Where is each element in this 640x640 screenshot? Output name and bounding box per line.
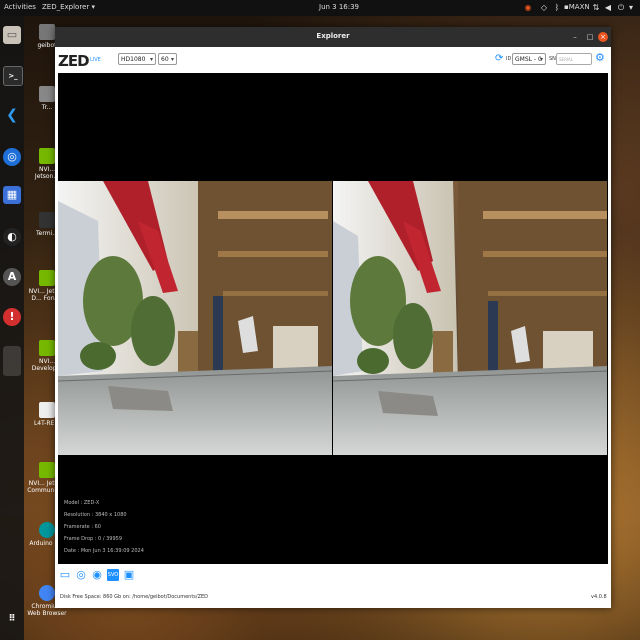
arduino-icon xyxy=(39,522,55,538)
obs-icon[interactable]: ◐ xyxy=(3,228,21,246)
right-camera-scene xyxy=(333,181,607,455)
record-icon[interactable]: ◉ xyxy=(91,569,103,581)
folder-icon[interactable]: ▭ xyxy=(59,569,71,581)
dock: ▭ >_ ❮ ◎ ▦ ◐ A ! ⠿ xyxy=(0,16,24,640)
info-framerate: Framerate : 60 xyxy=(64,524,101,530)
chromium-icon xyxy=(39,585,55,601)
network-icon[interactable]: ⇅ xyxy=(592,3,600,12)
info-frame-drop: Frame Drop : 0 / 39959 xyxy=(64,536,123,542)
explorer-window: Explorer – □ × ZED LIVE HD1080 ▾ 60 ▾ ⟳ ID… xyxy=(55,27,611,608)
info-date: Date : Mon Jun 3 16:39:09 2024 xyxy=(64,548,144,554)
clock[interactable]: Jun 3 16:39 xyxy=(319,3,359,11)
terminal-icon xyxy=(39,212,55,228)
nvidia-icon xyxy=(39,148,55,164)
camera-info-panel: Model : ZED-X Resolution : 3840 x 1080 F… xyxy=(64,497,144,557)
chevron-down-icon[interactable]: ▾ xyxy=(627,3,635,12)
maximize-button[interactable]: □ xyxy=(585,32,595,42)
files-icon[interactable]: ▭ xyxy=(3,26,21,44)
settings-icon[interactable]: ⚙ xyxy=(595,52,605,64)
stream-icon[interactable]: ◎ xyxy=(75,569,87,581)
wifi-icon[interactable]: ◇ xyxy=(540,3,548,12)
vscode-icon[interactable]: ❮ xyxy=(3,106,21,124)
nvidia-icon xyxy=(39,270,55,286)
running-app-indicator[interactable] xyxy=(3,346,21,376)
terminal-icon[interactable]: >_ xyxy=(3,66,23,86)
version-label: v4.0.8 xyxy=(591,594,607,600)
app-menu[interactable]: ZED_Explorer ▾ xyxy=(42,3,95,11)
window-titlebar[interactable]: Explorer – □ × xyxy=(55,27,611,47)
zed-toolbar: ZED LIVE HD1080 ▾ 60 ▾ ⟳ ID GMSL - 0 ▾ SN S… xyxy=(55,47,611,73)
bluetooth-icon[interactable]: ᛒ xyxy=(553,3,561,12)
apps-grid-icon[interactable]: ⠿ xyxy=(3,610,21,628)
volume-icon[interactable]: ◀ xyxy=(604,3,612,12)
chevron-down-icon: ▾ xyxy=(149,56,153,63)
window-title: Explorer xyxy=(316,32,350,40)
zed-logo: ZED xyxy=(58,52,90,70)
info-model: Model : ZED-X xyxy=(64,500,100,506)
serial-field[interactable]: SERIAL xyxy=(556,53,592,65)
home-folder-icon xyxy=(39,24,55,40)
activities-button[interactable]: Activities xyxy=(4,3,36,11)
left-camera-image xyxy=(58,181,332,455)
fps-select[interactable]: 60 ▾ xyxy=(158,53,177,65)
screenshot-icon[interactable]: ▦ xyxy=(3,186,21,204)
close-button[interactable]: × xyxy=(598,32,608,42)
resolution-select[interactable]: HD1080 ▾ xyxy=(118,53,156,65)
id-label: ID xyxy=(506,56,512,62)
info-resolution: Resolution : 3840 x 1080 xyxy=(64,512,127,518)
right-camera-image xyxy=(333,181,607,455)
camera-viewer[interactable]: Model : ZED-X Resolution : 3840 x 1080 F… xyxy=(58,73,608,564)
disk-status: Disk Free Space: 860 Gb on: /home/geibot… xyxy=(60,594,209,600)
document-icon xyxy=(39,402,55,418)
live-indicator: LIVE xyxy=(90,57,101,63)
svo-icon[interactable]: SVO xyxy=(107,569,119,581)
nvidia-icon xyxy=(39,462,55,478)
minimize-button[interactable]: – xyxy=(570,32,580,42)
nvidia-icon[interactable]: ◉ xyxy=(524,3,532,12)
chevron-down-icon: ▾ xyxy=(539,56,543,63)
camera-id-select[interactable]: GMSL - 0 ▾ xyxy=(512,53,546,65)
help-icon[interactable]: ! xyxy=(3,308,21,326)
refresh-icon[interactable]: ⟳ xyxy=(495,53,503,65)
chromium-icon[interactable]: ◎ xyxy=(3,148,21,166)
top-panel: Activities ZED_Explorer ▾ Jun 3 16:39 ◉ … xyxy=(0,0,640,16)
power-icon[interactable]: ⏻ xyxy=(617,3,625,12)
trash-icon xyxy=(39,86,55,102)
sn-label: SN xyxy=(549,56,556,62)
power-mode-indicator[interactable]: ▪MAXN xyxy=(564,3,590,11)
nvidia-icon xyxy=(39,340,55,356)
snapshot-icon[interactable]: ▣ xyxy=(123,569,135,581)
arduino-icon[interactable]: A xyxy=(3,268,21,286)
chevron-down-icon: ▾ xyxy=(170,56,174,63)
left-camera-scene xyxy=(58,181,332,455)
